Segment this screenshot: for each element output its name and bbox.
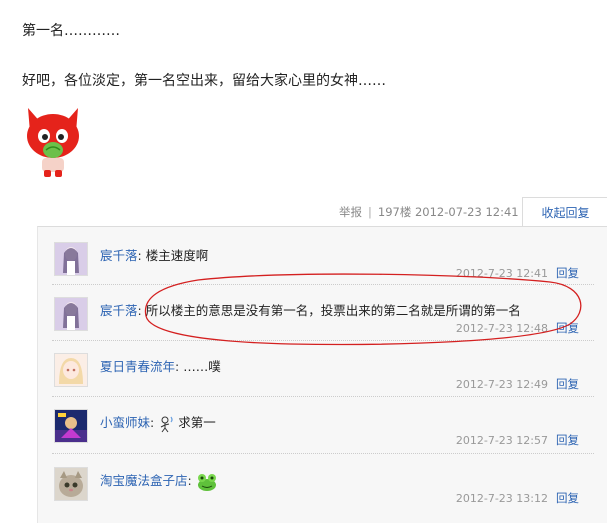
meta-separator: | [368,205,372,219]
colon: : [187,473,192,488]
red-fox-sticker-icon [27,108,79,177]
divider [52,453,594,454]
reply-username[interactable]: 小蛮师妹 [100,415,150,430]
reply-time: 2012-7-23 12:57 [455,434,548,447]
cat-avatar[interactable] [54,467,88,501]
reply-button[interactable]: 回复 [556,433,579,447]
red-ellipse-annotation [144,273,582,346]
reply-username[interactable]: 淘宝魔法盒子店 [100,473,188,488]
reply-item: 夏日青春流年: ……噗 2012-7-23 12:49 回复 [52,353,592,393]
post-text-line-2: 好吧，各位淡定，第一名空出来，留给大家心里的女神…… [22,73,386,89]
reply-username[interactable]: 宸千落 [100,303,138,318]
reply-text: 楼主速度啊 [145,248,209,263]
reply-username[interactable]: 宸千落 [100,248,138,263]
reply-list: 宸千落: 楼主速度啊 2012-7-23 12:41 回复 宸千落: 所以楼主的意思是… [37,226,607,523]
reply-text: ……噗 [183,359,221,374]
reply-time: 2012-7-23 13:12 [455,492,548,505]
reply-item: 小蛮师妹: 求第一 2012-7-23 12:57 回复 [52,409,592,449]
reply-time: 2012-7-23 12:49 [455,378,548,391]
divider [52,396,594,397]
game-character-avatar[interactable] [54,409,88,443]
colon: : [137,248,142,263]
post-text-line-1: 第一名………… [22,23,120,39]
green-frog-emoticon-icon [197,473,216,491]
reply-username[interactable]: 夏日青春流年 [100,359,175,374]
floor-meta: 举报 | 197楼 2012-07-23 12:41 [339,204,519,220]
collapse-replies-button[interactable]: 收起回复 [522,197,607,228]
sweat-stick-figure-emoticon-icon [161,416,173,432]
floor-time: 2012-07-23 12:41 [414,205,519,219]
colon: : [175,359,180,374]
report-link[interactable]: 举报 [339,205,362,219]
anime-girl-blonde-avatar[interactable] [54,353,88,387]
floor-number: 197楼 [377,205,412,219]
reply-text: 求第一 [178,415,216,430]
reply-item: 淘宝魔法盒子店: 2012-7-23 13:12 回复 [52,467,592,507]
colon: : [150,415,155,430]
anime-girl-purple-avatar[interactable] [54,297,88,331]
reply-button[interactable]: 回复 [556,377,579,391]
anime-girl-purple-avatar[interactable] [54,242,88,276]
reply-button[interactable]: 回复 [556,491,579,505]
